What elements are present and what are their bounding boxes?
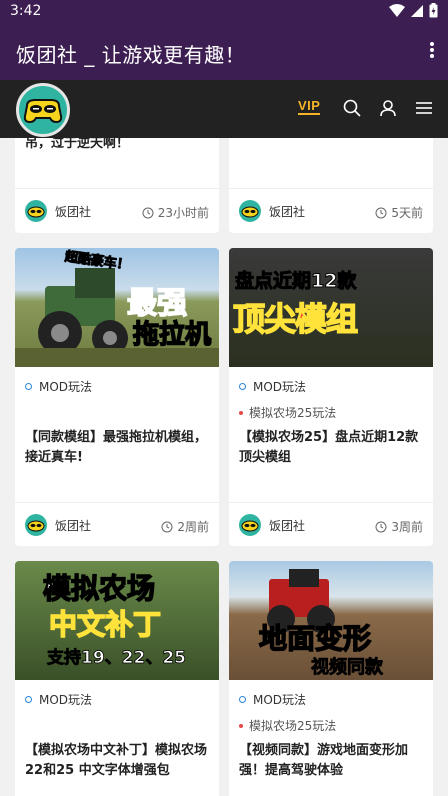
card-footer: 饭团社 2周前 (15, 502, 219, 546)
category-tag[interactable]: MOD玩法 (25, 378, 92, 395)
category-tag-label: MOD玩法 (39, 380, 93, 394)
article-title: 吊，过于逆天啊！ (25, 138, 130, 151)
author-name: 饭团社 (55, 205, 92, 219)
battery-icon (429, 3, 438, 18)
post-time-text: 2周前 (177, 520, 209, 534)
thumbnail-headline: 顶尖模组 (232, 299, 359, 339)
clock-icon (142, 207, 154, 218)
post-time: 23小时前 (142, 204, 209, 221)
status-time: 3:42 (10, 3, 42, 19)
signal-icon (411, 4, 423, 17)
app-title: 饭团社 _ 让游戏更有趣！ (16, 43, 246, 67)
article-card[interactable]: 模拟农场 中文补丁 支持19、22、25 MOD玩法 【模拟农场中文补丁】模拟农… (15, 561, 219, 796)
subtag-dot-icon (239, 410, 243, 415)
status-icons (389, 3, 438, 18)
thumbnail-caption: 盘点近期12款 (234, 270, 357, 293)
author-name: 饭团社 (269, 205, 306, 219)
card-footer: 饭团社 3周前 (229, 502, 433, 546)
article-thumbnail: 超酷豪车！ 最强 拖拉机 (15, 248, 219, 367)
subcategory-tag-label: 模拟农场25玩法 (249, 719, 337, 733)
article-card[interactable]: 地面变形 视频同款 MOD玩法 模拟农场25玩法 【视频同款】游戏地面变形加强！… (229, 561, 433, 796)
article-card[interactable]: 超酷豪车！ 最强 拖拉机 MOD玩法 【同款模组】最强拖拉机模组，接近真车! 饭… (15, 248, 219, 546)
site-header: VIP (0, 80, 448, 138)
thumbnail-subheadline: 视频同款 (311, 657, 384, 679)
card-footer: 饭团社 5天前 (229, 188, 433, 232)
thumbnail-subheadline: 拖拉机 (132, 319, 212, 351)
clock-icon (161, 521, 173, 532)
post-time-text: 5天前 (391, 206, 423, 220)
article-thumbnail: 模拟农场 中文补丁 支持19、22、25 (15, 561, 219, 680)
thumbnail-caption: 模拟农场 (42, 571, 156, 606)
subtag-dot-icon (239, 723, 243, 728)
category-tag-label: MOD玩法 (253, 693, 307, 707)
wifi-icon (389, 3, 405, 17)
clock-icon (375, 207, 387, 218)
tag-dot-icon (25, 383, 32, 390)
article-feed: 吊，过于逆天啊！ 饭团社 23小时前 饭团社 5天前 超酷豪车！ 最强 拖拉机 … (0, 138, 448, 796)
category-tag[interactable]: MOD玩法 (25, 691, 92, 708)
gamepad-icon (27, 206, 45, 218)
article-card[interactable]: 吊，过于逆天啊！ 饭团社 23小时前 (15, 138, 219, 233)
category-tag-label: MOD玩法 (253, 380, 307, 394)
more-options-icon[interactable] (428, 40, 436, 64)
article-thumbnail: 盘点近期12款 顶尖模组 (229, 248, 433, 367)
article-title: 【视频同款】游戏地面变形加强！提高驾驶体验 (239, 743, 409, 778)
article-card[interactable]: 盘点近期12款 顶尖模组 MOD玩法 模拟农场25玩法 【模拟农场25】盘点近期… (229, 248, 433, 546)
category-tag[interactable]: MOD玩法 (239, 378, 306, 395)
post-time-text: 3周前 (391, 520, 423, 534)
article-title: 【同款模组】最强拖拉机模组，接近真车! (25, 430, 208, 465)
vip-button[interactable]: VIP (298, 99, 321, 115)
post-time: 5天前 (375, 204, 423, 221)
article-card[interactable]: 饭团社 5天前 (229, 138, 433, 233)
app-bar: 饭团社 _ 让游戏更有趣！ (0, 24, 448, 80)
thumbnail-headline: 中文补丁 (48, 607, 162, 642)
category-tag[interactable]: MOD玩法 (239, 691, 306, 708)
user-icon[interactable] (379, 99, 397, 117)
author-avatar (25, 514, 47, 536)
site-logo[interactable] (16, 83, 70, 137)
author-avatar (239, 514, 261, 536)
tag-dot-icon (239, 383, 246, 390)
thumbnail-headline: 地面变形 (258, 621, 372, 656)
author-name: 饭团社 (55, 519, 92, 533)
post-time: 3周前 (375, 518, 423, 535)
card-footer: 饭团社 23小时前 (15, 188, 219, 232)
tag-dot-icon (239, 696, 246, 703)
clock-icon (375, 521, 387, 532)
post-time-text: 23小时前 (157, 206, 209, 220)
subcategory-tag-label: 模拟农场25玩法 (249, 406, 337, 420)
menu-icon[interactable] (415, 99, 433, 117)
subcategory-tag[interactable]: 模拟农场25玩法 (239, 717, 336, 734)
search-icon[interactable] (343, 99, 361, 117)
gamepad-icon (241, 206, 259, 218)
article-title: 【模拟农场中文补丁】模拟农场22和25 中文字体增强包 (25, 743, 208, 778)
status-bar: 3:42 (0, 0, 448, 24)
author-avatar (239, 200, 261, 222)
subcategory-tag[interactable]: 模拟农场25玩法 (239, 404, 336, 421)
gamepad-icon (23, 99, 63, 124)
author-avatar (25, 200, 47, 222)
gamepad-icon (27, 520, 45, 532)
category-tag-label: MOD玩法 (39, 693, 93, 707)
author-name: 饭团社 (269, 519, 306, 533)
article-thumbnail: 地面变形 视频同款 (229, 561, 433, 680)
thumbnail-subheadline: 支持19、22、25 (47, 648, 187, 669)
tag-dot-icon (25, 696, 32, 703)
post-time: 2周前 (161, 518, 209, 535)
article-title: 【模拟农场25】盘点近期12款顶尖模组 (239, 430, 419, 465)
gamepad-icon (241, 520, 259, 532)
